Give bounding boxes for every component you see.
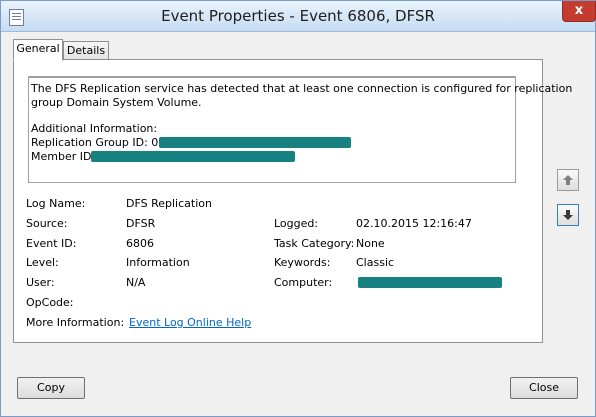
arrow-down-icon [563, 210, 573, 220]
event-properties-window: Event Properties - Event 6806, DFSR x Ge… [0, 0, 596, 417]
logged-value: 02.10.2015 12:16:47 [356, 217, 472, 230]
description-line-2: group Domain System Volume. [31, 96, 202, 109]
source-value: DFSR [126, 217, 156, 230]
additional-info-label: Additional Information: [31, 122, 158, 135]
copy-button[interactable]: Copy [17, 377, 85, 399]
member-id-label: Member ID: [31, 150, 96, 163]
window-title: Event Properties - Event 6806, DFSR [161, 7, 435, 25]
redacted-replication-group-id [159, 137, 351, 148]
level-value: Information [126, 256, 190, 269]
log-name-label: Log Name: [26, 197, 86, 210]
next-event-button[interactable] [557, 204, 579, 226]
logged-label: Logged: [274, 217, 319, 230]
user-label: User: [26, 276, 55, 289]
event-id-value: 6806 [126, 237, 154, 250]
keywords-label: Keywords: [274, 256, 331, 269]
redacted-member-id [91, 151, 295, 162]
level-label: Level: [26, 256, 59, 269]
title-bar: Event Properties - Event 6806, DFSR x [1, 1, 596, 32]
previous-event-button[interactable] [557, 169, 579, 191]
task-category-label: Task Category: [274, 237, 355, 250]
user-value: N/A [126, 276, 146, 289]
replication-group-id-label: Replication Group ID: 00 [31, 136, 166, 149]
tab-general[interactable]: General [13, 39, 63, 61]
event-description: The DFS Replication service has detected… [28, 76, 572, 183]
log-name-value: DFS Replication [126, 197, 212, 210]
event-log-help-link[interactable]: Event Log Online Help [129, 316, 251, 329]
keywords-value: Classic [356, 256, 395, 269]
opcode-label: OpCode: [26, 296, 74, 309]
arrow-up-icon [563, 175, 573, 185]
event-viewer-icon [9, 9, 24, 26]
close-window-button[interactable]: x [562, 1, 596, 22]
source-label: Source: [26, 217, 68, 230]
computer-label: Computer: [274, 276, 333, 289]
event-id-label: Event ID: [26, 237, 77, 250]
tab-details[interactable]: Details [63, 41, 109, 61]
close-button[interactable]: Close [510, 377, 578, 399]
redacted-computer-name [358, 277, 502, 288]
general-tab-panel: The DFS Replication service has detected… [13, 59, 572, 343]
more-info-label: More Information: [26, 316, 125, 329]
task-category-value: None [356, 237, 385, 250]
description-line-1: The DFS Replication service has detected… [31, 82, 573, 95]
